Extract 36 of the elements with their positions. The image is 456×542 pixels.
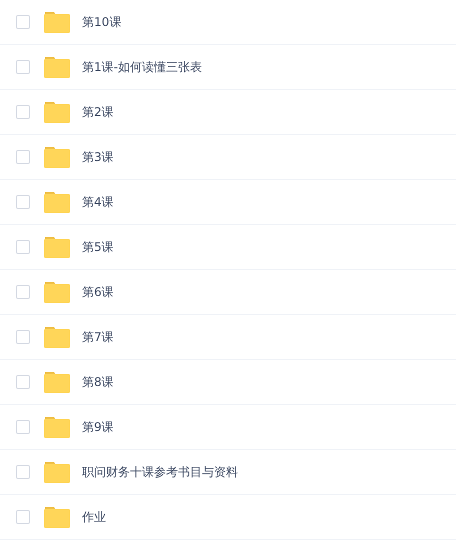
folder-icon [44,101,70,123]
checkbox[interactable] [16,105,30,119]
folder-name[interactable]: 第9课 [82,418,114,436]
folder-icon [44,56,70,78]
folder-name[interactable]: 第5课 [82,238,114,256]
folder-icon [44,506,70,528]
checkbox[interactable] [16,465,30,479]
folder-icon [44,191,70,213]
folder-icon [44,371,70,393]
folder-icon [44,146,70,168]
folder-icon [44,326,70,348]
folder-icon [44,11,70,33]
folder-icon [44,416,70,438]
checkbox[interactable] [16,285,30,299]
folder-icon [44,236,70,258]
folder-name[interactable]: 第4课 [82,194,114,210]
folder-name[interactable]: 第7课 [82,328,114,346]
checkbox[interactable] [16,420,30,434]
folder-icon [44,461,70,483]
folder-icon [44,281,70,303]
folder-name[interactable]: 职问财务十课参考书目与资料 [82,464,238,480]
checkbox[interactable] [16,195,30,209]
folder-name[interactable]: 第3课 [82,148,114,166]
folder-name[interactable]: 第10课 [82,14,122,30]
checkbox[interactable] [16,150,30,164]
checkbox[interactable] [16,15,30,29]
checkbox[interactable] [16,375,30,389]
folder-name[interactable]: 第6课 [82,284,114,300]
checkbox[interactable] [16,510,30,524]
checkbox[interactable] [16,60,30,74]
folder-name[interactable]: 第2课 [82,104,114,120]
folder-name[interactable]: 第1课-如何读懂三张表 [82,58,202,76]
folder-name[interactable]: 作业 [82,508,106,526]
folder-name[interactable]: 第8课 [82,374,114,390]
checkbox[interactable] [16,240,30,254]
checkbox[interactable] [16,330,30,344]
